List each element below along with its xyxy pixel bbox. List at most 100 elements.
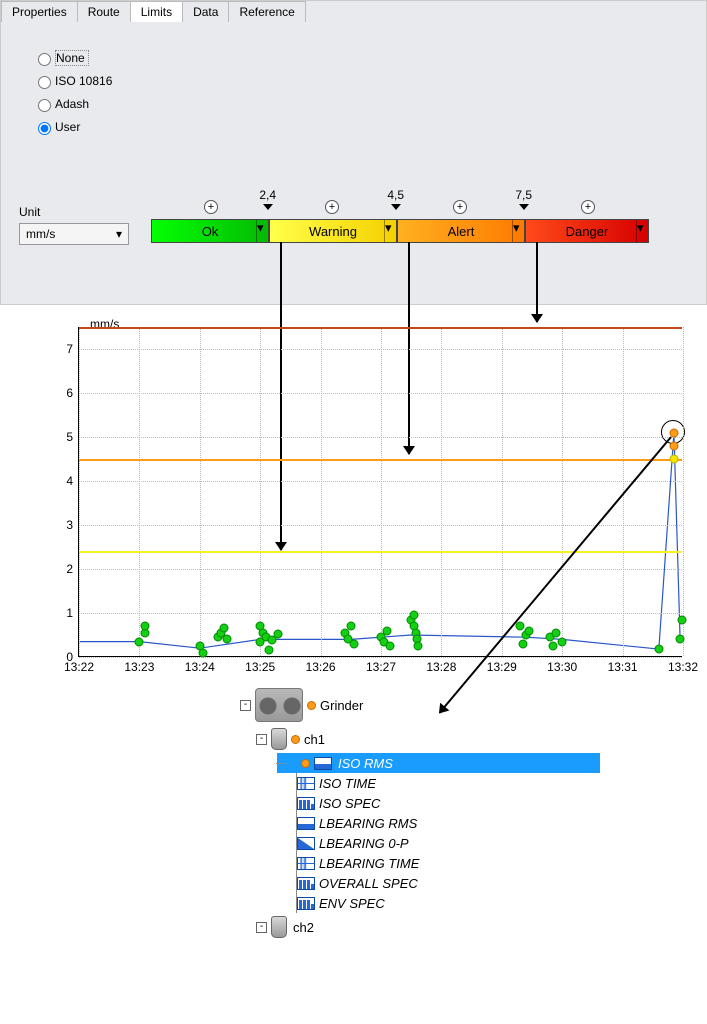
unit-label: Unit bbox=[19, 205, 129, 219]
tree-item-label: LBEARING 0-P bbox=[319, 836, 409, 851]
grinder-icon bbox=[255, 688, 303, 722]
tree-item-label: ISO TIME bbox=[319, 776, 376, 791]
tree-item-label: ISO RMS bbox=[336, 755, 453, 772]
data-point[interactable] bbox=[198, 648, 207, 657]
measurement-icon bbox=[297, 877, 315, 890]
limit-line-danger bbox=[79, 327, 682, 329]
status-dot bbox=[307, 701, 316, 710]
radio-user-label: User bbox=[55, 120, 80, 134]
data-point[interactable] bbox=[552, 628, 561, 637]
threshold-bar: + Ok ▾ 2,4 + Warning ▾ 4,5 + Alert ▾ 7,5… bbox=[151, 219, 649, 243]
tree-item[interactable]: ISO TIME bbox=[297, 773, 600, 793]
measurement-icon bbox=[297, 837, 315, 850]
limit-source-radios: None ISO 10816 Adash User bbox=[33, 50, 706, 135]
tab-properties[interactable]: Properties bbox=[1, 1, 78, 22]
radio-adash[interactable] bbox=[38, 99, 51, 112]
tree-item-label: LBEARING RMS bbox=[319, 816, 417, 831]
data-point[interactable] bbox=[669, 455, 678, 464]
radio-adash-label: Adash bbox=[55, 97, 89, 111]
threshold-alert-menu[interactable]: ▾ bbox=[512, 220, 524, 242]
add-threshold-icon[interactable]: + bbox=[204, 200, 218, 214]
data-point[interactable] bbox=[549, 642, 558, 651]
threshold-alert[interactable]: + Alert ▾ 7,5 bbox=[397, 219, 525, 243]
add-threshold-icon[interactable]: + bbox=[325, 200, 339, 214]
tab-reference[interactable]: Reference bbox=[228, 1, 305, 22]
data-point[interactable] bbox=[274, 630, 283, 639]
sensor-icon bbox=[271, 728, 287, 750]
sensor-icon bbox=[271, 916, 287, 938]
radio-none[interactable] bbox=[38, 53, 51, 66]
threshold-ok[interactable]: + Ok ▾ 2,4 bbox=[151, 219, 269, 243]
add-threshold-icon[interactable]: + bbox=[453, 200, 467, 214]
tree-grinder-label[interactable]: Grinder bbox=[320, 698, 363, 713]
tab-strip: Properties Route Limits Data Reference bbox=[1, 1, 706, 22]
measurement-icon bbox=[297, 797, 315, 810]
data-point[interactable] bbox=[654, 645, 663, 654]
data-point[interactable] bbox=[518, 639, 527, 648]
unit-block: Unit mm/s▾ bbox=[19, 205, 129, 245]
measurement-icon bbox=[297, 897, 315, 910]
tree-item[interactable]: ISO RMS bbox=[277, 753, 600, 773]
tree-expand-grinder[interactable]: - bbox=[240, 700, 251, 711]
data-point[interactable] bbox=[515, 622, 524, 631]
tree-ch1-label[interactable]: ch1 bbox=[304, 732, 325, 747]
data-point[interactable] bbox=[524, 626, 533, 635]
radio-user[interactable] bbox=[38, 122, 51, 135]
chevron-down-icon: ▾ bbox=[116, 227, 122, 241]
tab-limits[interactable]: Limits bbox=[130, 1, 183, 22]
threshold-ok-menu[interactable]: ▾ bbox=[256, 220, 268, 242]
unit-dropdown[interactable]: mm/s▾ bbox=[19, 223, 129, 245]
data-point[interactable] bbox=[383, 626, 392, 635]
data-point[interactable] bbox=[349, 639, 358, 648]
data-point[interactable] bbox=[141, 622, 150, 631]
status-dot bbox=[291, 735, 300, 744]
data-point[interactable] bbox=[256, 637, 265, 646]
add-threshold-icon[interactable]: + bbox=[581, 200, 595, 214]
threshold-danger-menu[interactable]: ▾ bbox=[636, 220, 648, 242]
tab-data[interactable]: Data bbox=[182, 1, 229, 22]
threshold-v2: 4,5 bbox=[387, 188, 404, 210]
tree-item[interactable]: ENV SPEC bbox=[297, 893, 600, 913]
tree-item-label: ENV SPEC bbox=[319, 896, 385, 911]
threshold-warning-menu[interactable]: ▾ bbox=[384, 220, 396, 242]
status-dot bbox=[301, 759, 310, 768]
data-point[interactable] bbox=[677, 615, 686, 624]
radio-iso-label: ISO 10816 bbox=[55, 74, 112, 88]
tree-item[interactable]: OVERALL SPEC bbox=[297, 873, 600, 893]
data-point[interactable] bbox=[222, 635, 231, 644]
data-point[interactable] bbox=[386, 642, 395, 651]
data-point[interactable] bbox=[219, 624, 228, 633]
tree-item-label: ISO SPEC bbox=[319, 796, 380, 811]
data-point[interactable] bbox=[669, 441, 678, 450]
data-point[interactable] bbox=[135, 637, 144, 646]
tree-expand-ch2[interactable]: - bbox=[256, 922, 267, 933]
tree-item-label: OVERALL SPEC bbox=[319, 876, 418, 891]
tree-ch2-label[interactable]: ch2 bbox=[293, 920, 314, 935]
limit-line-alert bbox=[79, 459, 682, 461]
tree-item[interactable]: ISO SPEC bbox=[297, 793, 600, 813]
data-point[interactable] bbox=[669, 428, 678, 437]
data-point[interactable] bbox=[414, 642, 423, 651]
data-point[interactable] bbox=[558, 637, 567, 646]
data-point[interactable] bbox=[410, 611, 419, 620]
tree-item[interactable]: LBEARING RMS bbox=[297, 813, 600, 833]
measurement-icon bbox=[297, 817, 315, 830]
data-point[interactable] bbox=[265, 646, 274, 655]
measurement-icon bbox=[297, 857, 315, 870]
data-point[interactable] bbox=[346, 622, 355, 631]
tree-item[interactable]: LBEARING TIME bbox=[297, 853, 600, 873]
limit-line-warning bbox=[79, 551, 682, 553]
limits-panel: Properties Route Limits Data Reference N… bbox=[0, 0, 707, 305]
radio-none-label: None bbox=[55, 50, 89, 66]
radio-iso[interactable] bbox=[38, 76, 51, 89]
threshold-v3: 7,5 bbox=[515, 188, 532, 210]
chart-wrap: mm/s 0123456713:2213:2313:2413:2513:2613… bbox=[0, 305, 707, 685]
tree-item[interactable]: LBEARING 0-P bbox=[297, 833, 600, 853]
threshold-warning[interactable]: + Warning ▾ 4,5 bbox=[269, 219, 397, 243]
measurement-icon bbox=[314, 757, 332, 770]
chart-plot[interactable]: 0123456713:2213:2313:2413:2513:2613:2713… bbox=[78, 327, 682, 657]
data-point[interactable] bbox=[675, 635, 684, 644]
threshold-danger[interactable]: + Danger ▾ bbox=[525, 219, 649, 243]
tree-expand-ch1[interactable]: - bbox=[256, 734, 267, 745]
tab-route[interactable]: Route bbox=[77, 1, 131, 22]
